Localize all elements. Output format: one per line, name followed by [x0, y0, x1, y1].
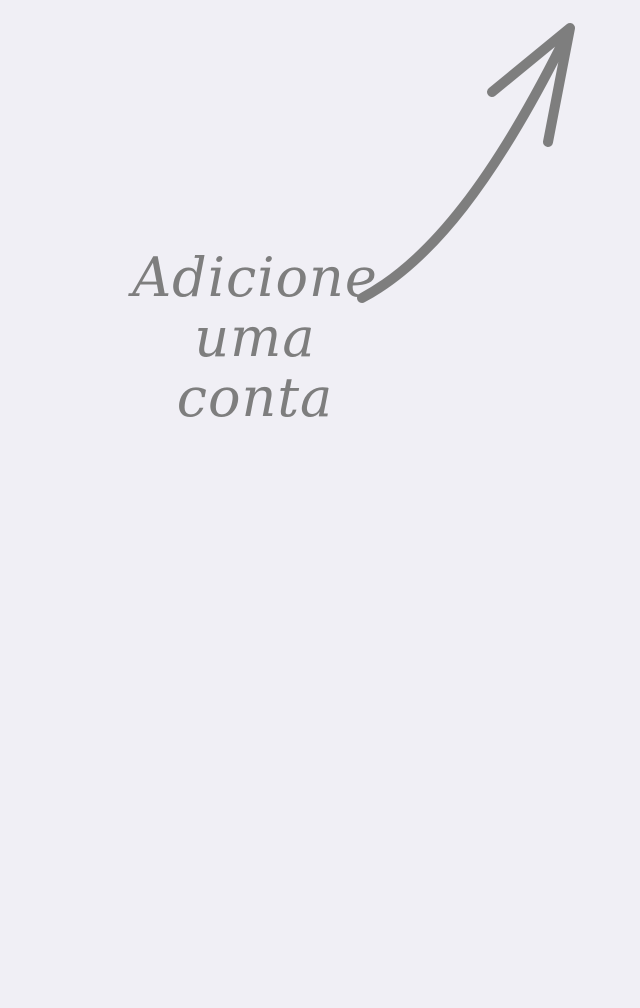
curved-arrow-icon [357, 23, 575, 303]
add-account-hint: Adicione uma conta [110, 248, 400, 428]
empty-accounts-screen: Adicione uma conta [0, 0, 640, 1008]
hint-line-1: Adicione [132, 246, 378, 309]
hint-line-2: uma conta [176, 306, 334, 429]
